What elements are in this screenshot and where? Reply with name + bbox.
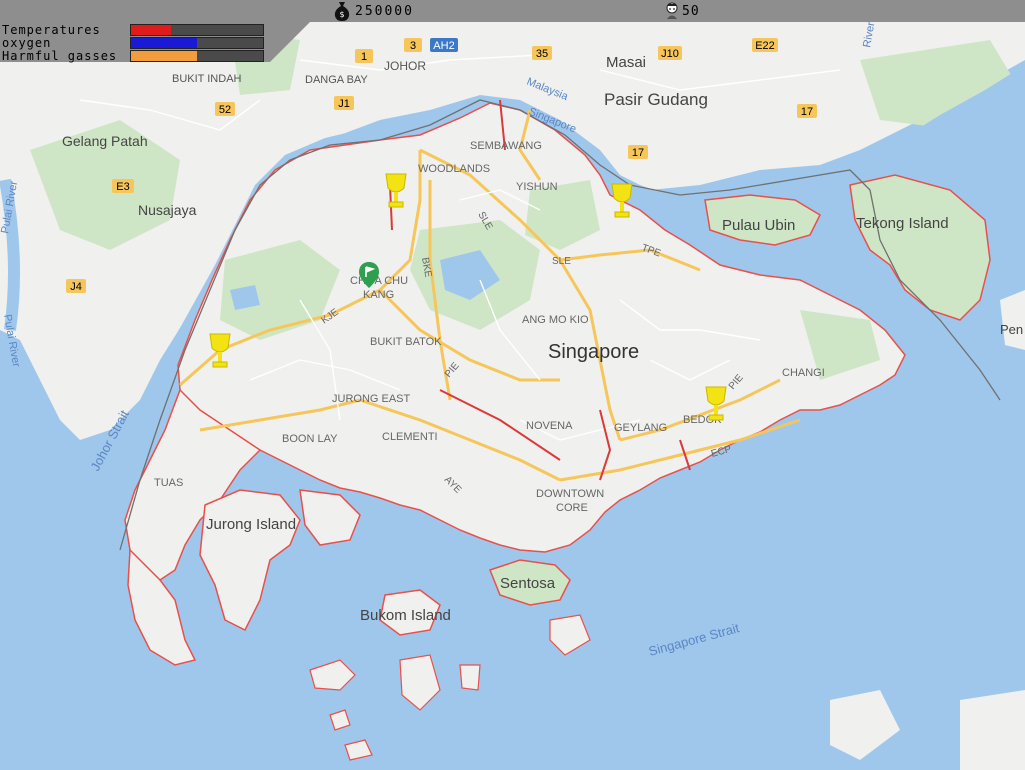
road-label: J1	[338, 98, 350, 110]
map[interactable]: Singapore JOHOR Masai Pasir Gudang BUKIT…	[0, 0, 1025, 770]
money-display: $ 250000	[333, 0, 414, 22]
road-label: 17	[801, 106, 813, 118]
stat-bar-fill	[131, 25, 171, 35]
trophy-icon[interactable]	[609, 182, 635, 222]
road-label: 52	[219, 104, 231, 116]
road-label: 17	[632, 147, 644, 159]
trophy-icon[interactable]	[383, 172, 409, 212]
road-shield: J1	[334, 96, 354, 110]
road-shield: J4	[66, 279, 86, 293]
islet	[459, 664, 481, 691]
label-jurong-island: Jurong Island	[206, 516, 296, 533]
label-nusajaya: Nusajaya	[138, 202, 197, 218]
road-shield: 3	[404, 38, 422, 52]
label-sentosa: Sentosa	[500, 575, 556, 592]
road-shield: 52	[215, 102, 235, 116]
stat-bar-fill	[131, 38, 197, 48]
label-pasir-gudang: Pasir Gudang	[604, 90, 708, 109]
road-shield: 17	[797, 104, 817, 118]
stat-oxygen: oxygen	[2, 36, 130, 49]
road-shield: AH2	[430, 38, 458, 52]
money-value: 250000	[355, 3, 414, 19]
label-yishun: YISHUN	[516, 181, 558, 193]
label-tekong: Tekong Island	[856, 215, 949, 232]
label-gelang-patah: Gelang Patah	[62, 133, 148, 149]
label-woodlands: WOODLANDS	[418, 163, 490, 175]
road-shield: 17	[628, 145, 648, 159]
label-sembawang: SEMBAWANG	[470, 140, 542, 152]
label-bukit-batok: BUKIT BATOK	[370, 336, 442, 348]
label-singapore: Singapore	[548, 341, 639, 363]
stat-temperatures: Temperatures	[2, 23, 130, 36]
label-geylang: GEYLANG	[614, 422, 667, 434]
label-masai: Masai	[606, 54, 646, 71]
money-bag-icon: $	[334, 2, 350, 21]
label-bukom: Bukom Island	[360, 607, 451, 624]
stat-bar	[130, 37, 264, 49]
label-changi: CHANGI	[782, 367, 825, 379]
stat-label: oxygen	[2, 35, 52, 50]
label-danga-bay: DANGA BAY	[305, 74, 368, 86]
label-jurong-east: JURONG EAST	[332, 393, 411, 405]
islet	[960, 690, 1025, 770]
label-tuas: TUAS	[154, 477, 183, 489]
stat-bar	[130, 50, 264, 62]
population-value: 50	[682, 3, 700, 19]
population-display: 50	[664, 0, 700, 22]
road-shield: E22	[752, 38, 778, 52]
stat-bar	[130, 24, 264, 36]
expressway-label: SLE	[552, 256, 571, 267]
road-shield: 35	[532, 46, 552, 60]
label-bukit-indah: BUKIT INDAH	[172, 73, 242, 85]
road-shield: J10	[658, 46, 682, 60]
road-shield: 1	[355, 49, 373, 63]
stat-harmful: Harmful gasses	[2, 49, 130, 62]
label-downtown: DOWNTOWN	[536, 488, 604, 500]
road-label: J10	[661, 48, 679, 60]
road-label: 3	[410, 40, 416, 52]
road-label: 1	[361, 51, 367, 63]
label-ang-mo-kio: ANG MO KIO	[522, 314, 589, 326]
label-clementi: CLEMENTI	[382, 431, 438, 443]
label-pulau-ubin: Pulau Ubin	[722, 217, 795, 234]
trophy-icon[interactable]	[207, 332, 233, 372]
person-icon	[666, 2, 678, 19]
svg-text:$: $	[339, 10, 344, 19]
road-label: AH2	[433, 40, 454, 52]
stat-bar-fill	[131, 51, 197, 61]
road-shield: E3	[112, 179, 134, 193]
label-core: CORE	[556, 502, 588, 514]
road-label: J4	[70, 281, 82, 293]
stat-label: Harmful gasses	[2, 48, 118, 63]
trophy-icon[interactable]	[703, 385, 729, 425]
road-label: E3	[116, 181, 129, 193]
stat-label: Temperatures	[2, 22, 101, 37]
road-label: 35	[536, 48, 548, 60]
road-label: E22	[755, 40, 775, 52]
label-novena: NOVENA	[526, 420, 573, 432]
label-boon-lay: BOON LAY	[282, 433, 338, 445]
label-johor: JOHOR	[384, 59, 426, 73]
map-pin-icon[interactable]	[359, 262, 379, 292]
label-pen: Pen	[1000, 322, 1023, 337]
